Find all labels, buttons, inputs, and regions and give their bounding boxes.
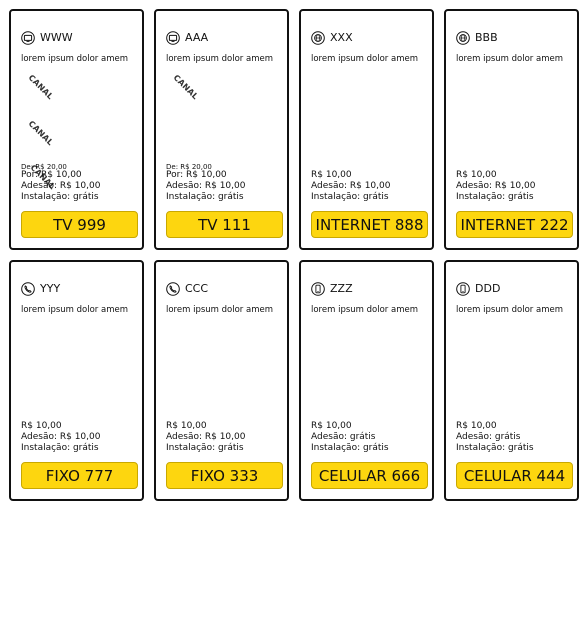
- card-title: WWW: [40, 31, 73, 44]
- phone-icon: [166, 282, 180, 296]
- plan-card-yyy: YYY lorem ipsum dolor amem R$ 10,00 Ades…: [9, 260, 144, 501]
- setup-fee: Adesão: R$ 10,00: [166, 432, 246, 442]
- card-header: AAA: [166, 30, 208, 46]
- plan-card-xxx: XXX lorem ipsum dolor amem R$ 10,00 Ades…: [299, 9, 434, 250]
- mobile-icon: [456, 282, 470, 296]
- card-description: lorem ipsum dolor amem: [456, 54, 563, 64]
- installation-fee: Instalação: grátis: [21, 192, 99, 202]
- plan-card-zzz: ZZZ lorem ipsum dolor amem R$ 10,00 Ades…: [299, 260, 434, 501]
- plan-button-internet-222[interactable]: INTERNET 222: [456, 211, 573, 238]
- card-header: DDD: [456, 281, 500, 297]
- card-description: lorem ipsum dolor amem: [311, 54, 418, 64]
- plan-card-www: WWW lorem ipsum dolor amem CANAL CANAL C…: [9, 9, 144, 250]
- card-title: CCC: [185, 282, 209, 295]
- setup-fee: Adesão: grátis: [456, 432, 521, 442]
- plan-button-tv-111[interactable]: TV 111: [166, 211, 283, 238]
- card-header: CCC: [166, 281, 208, 297]
- card-header: ZZZ: [311, 281, 353, 297]
- price: R$ 10,00: [311, 170, 352, 180]
- price: R$ 10,00: [456, 421, 497, 431]
- tv-icon: [166, 31, 180, 45]
- card-description: lorem ipsum dolor amem: [311, 305, 418, 315]
- plan-card-ddd: DDD lorem ipsum dolor amem R$ 10,00 Ades…: [444, 260, 579, 501]
- setup-fee: Adesão: R$ 10,00: [311, 181, 391, 191]
- installation-fee: Instalação: grátis: [311, 192, 389, 202]
- installation-fee: Instalação: grátis: [456, 443, 534, 453]
- card-description: lorem ipsum dolor amem: [21, 54, 128, 64]
- price: Por: R$ 10,00: [166, 170, 227, 180]
- plan-button-fixo-777[interactable]: FIXO 777: [21, 462, 138, 489]
- plan-card-ccc: CCC lorem ipsum dolor amem R$ 10,00 Ades…: [154, 260, 289, 501]
- setup-fee: Adesão: R$ 10,00: [166, 181, 246, 191]
- card-description: lorem ipsum dolor amem: [456, 305, 563, 315]
- plan-button-tv-999[interactable]: TV 999: [21, 211, 138, 238]
- plan-button-fixo-333[interactable]: FIXO 333: [166, 462, 283, 489]
- installation-fee: Instalação: grátis: [21, 443, 99, 453]
- installation-fee: Instalação: grátis: [456, 192, 534, 202]
- card-title: XXX: [330, 31, 353, 44]
- plan-button-celular-444[interactable]: CELULAR 444: [456, 462, 573, 489]
- channel-logo: CANAL: [26, 73, 55, 102]
- card-title: BBB: [475, 31, 498, 44]
- plan-button-internet-888[interactable]: INTERNET 888: [311, 211, 428, 238]
- price: R$ 10,00: [21, 421, 62, 431]
- card-title: ZZZ: [330, 282, 353, 295]
- mobile-icon: [311, 282, 325, 296]
- price: Por: R$ 10,00: [21, 170, 82, 180]
- installation-fee: Instalação: grátis: [166, 192, 244, 202]
- setup-fee: Adesão: grátis: [311, 432, 376, 442]
- tv-icon: [21, 31, 35, 45]
- card-header: BBB: [456, 30, 498, 46]
- card-header: WWW: [21, 30, 73, 46]
- setup-fee: Adesão: R$ 10,00: [21, 181, 101, 191]
- card-header: YYY: [21, 281, 60, 297]
- card-title: DDD: [475, 282, 501, 295]
- globe-icon: [456, 31, 470, 45]
- setup-fee: Adesão: R$ 10,00: [21, 432, 101, 442]
- channel-logo: CANAL: [171, 73, 200, 102]
- card-title: YYY: [40, 282, 61, 295]
- card-title: AAA: [185, 31, 209, 44]
- channel-logo: CANAL: [26, 119, 55, 148]
- card-description: lorem ipsum dolor amem: [166, 305, 273, 315]
- plan-card-aaa: AAA lorem ipsum dolor amem CANAL De: R$ …: [154, 9, 289, 250]
- installation-fee: Instalação: grátis: [311, 443, 389, 453]
- card-header: XXX: [311, 30, 353, 46]
- card-description: lorem ipsum dolor amem: [166, 54, 273, 64]
- plan-button-celular-666[interactable]: CELULAR 666: [311, 462, 428, 489]
- price: R$ 10,00: [311, 421, 352, 431]
- card-description: lorem ipsum dolor amem: [21, 305, 128, 315]
- price: R$ 10,00: [166, 421, 207, 431]
- setup-fee: Adesão: R$ 10,00: [456, 181, 536, 191]
- globe-icon: [311, 31, 325, 45]
- installation-fee: Instalação: grátis: [166, 443, 244, 453]
- plan-card-bbb: BBB lorem ipsum dolor amem R$ 10,00 Ades…: [444, 9, 579, 250]
- phone-icon: [21, 282, 35, 296]
- price: R$ 10,00: [456, 170, 497, 180]
